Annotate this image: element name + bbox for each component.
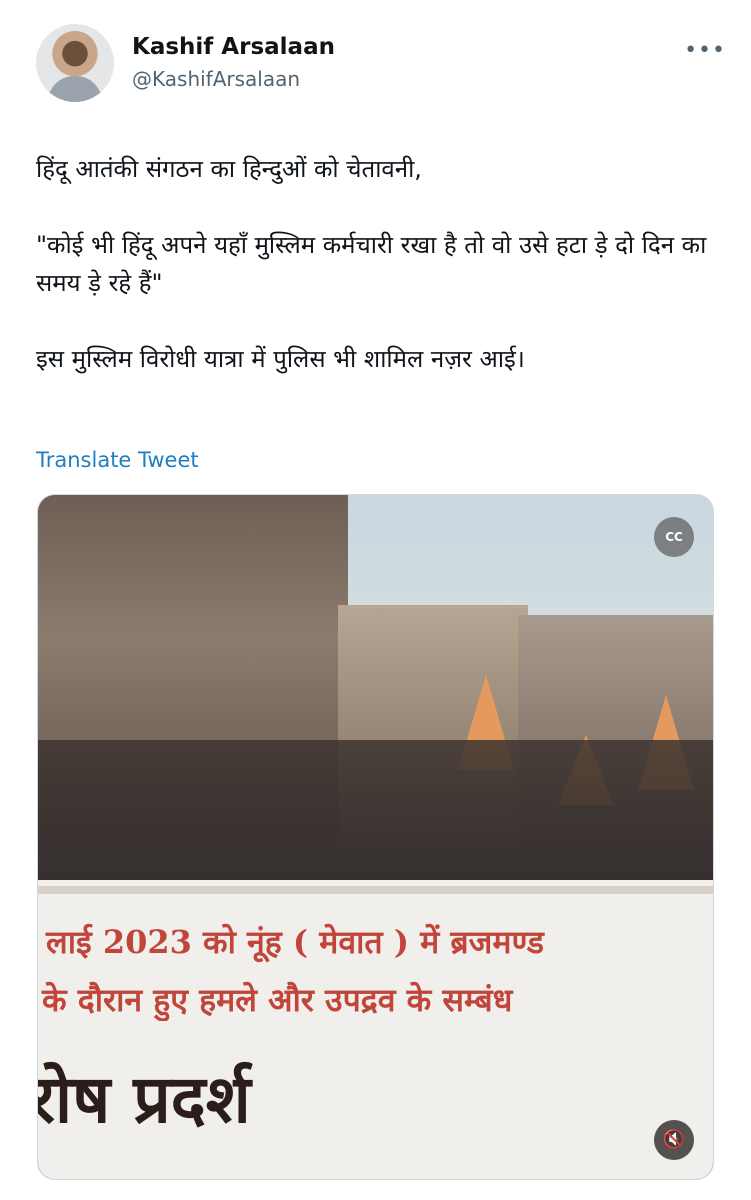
video-banner: लाई 2023 को नूंह ( मेवात ) में ब्रजमण्ड … [38,880,713,1179]
author-handle[interactable]: @KashifArsalaan [132,67,300,91]
banner-stripe [38,886,713,894]
avatar[interactable] [36,24,114,102]
tweet-video[interactable]: लाई 2023 को नूंह ( मेवात ) में ब्रजमण्ड … [37,494,714,1180]
volume-muted-icon[interactable]: 🔇 [654,1120,694,1160]
tweet-header: Kashif Arsalaan @KashifArsalaan ••• [36,24,726,108]
banner-text-line-2: के दौरान हुए हमले और उपद्रव के सम्बंध [42,981,513,1019]
tweet-text: हिंदू आतंकी संगठन का हिन्दुओं को चेतावनी… [36,155,707,373]
translate-tweet-link[interactable]: Translate Tweet [36,448,199,472]
author-name[interactable]: Kashif Arsalaan [132,34,335,60]
banner-text-line-3: रोष प्रदर्श [38,1060,251,1138]
banner-text-line-1: लाई 2023 को नूंह ( मेवात ) में ब्रजमण्ड [46,923,544,961]
closed-captions-off-icon[interactable]: CC [654,517,694,557]
video-crowd [38,740,713,890]
more-horizontal-icon[interactable]: ••• [684,38,726,63]
